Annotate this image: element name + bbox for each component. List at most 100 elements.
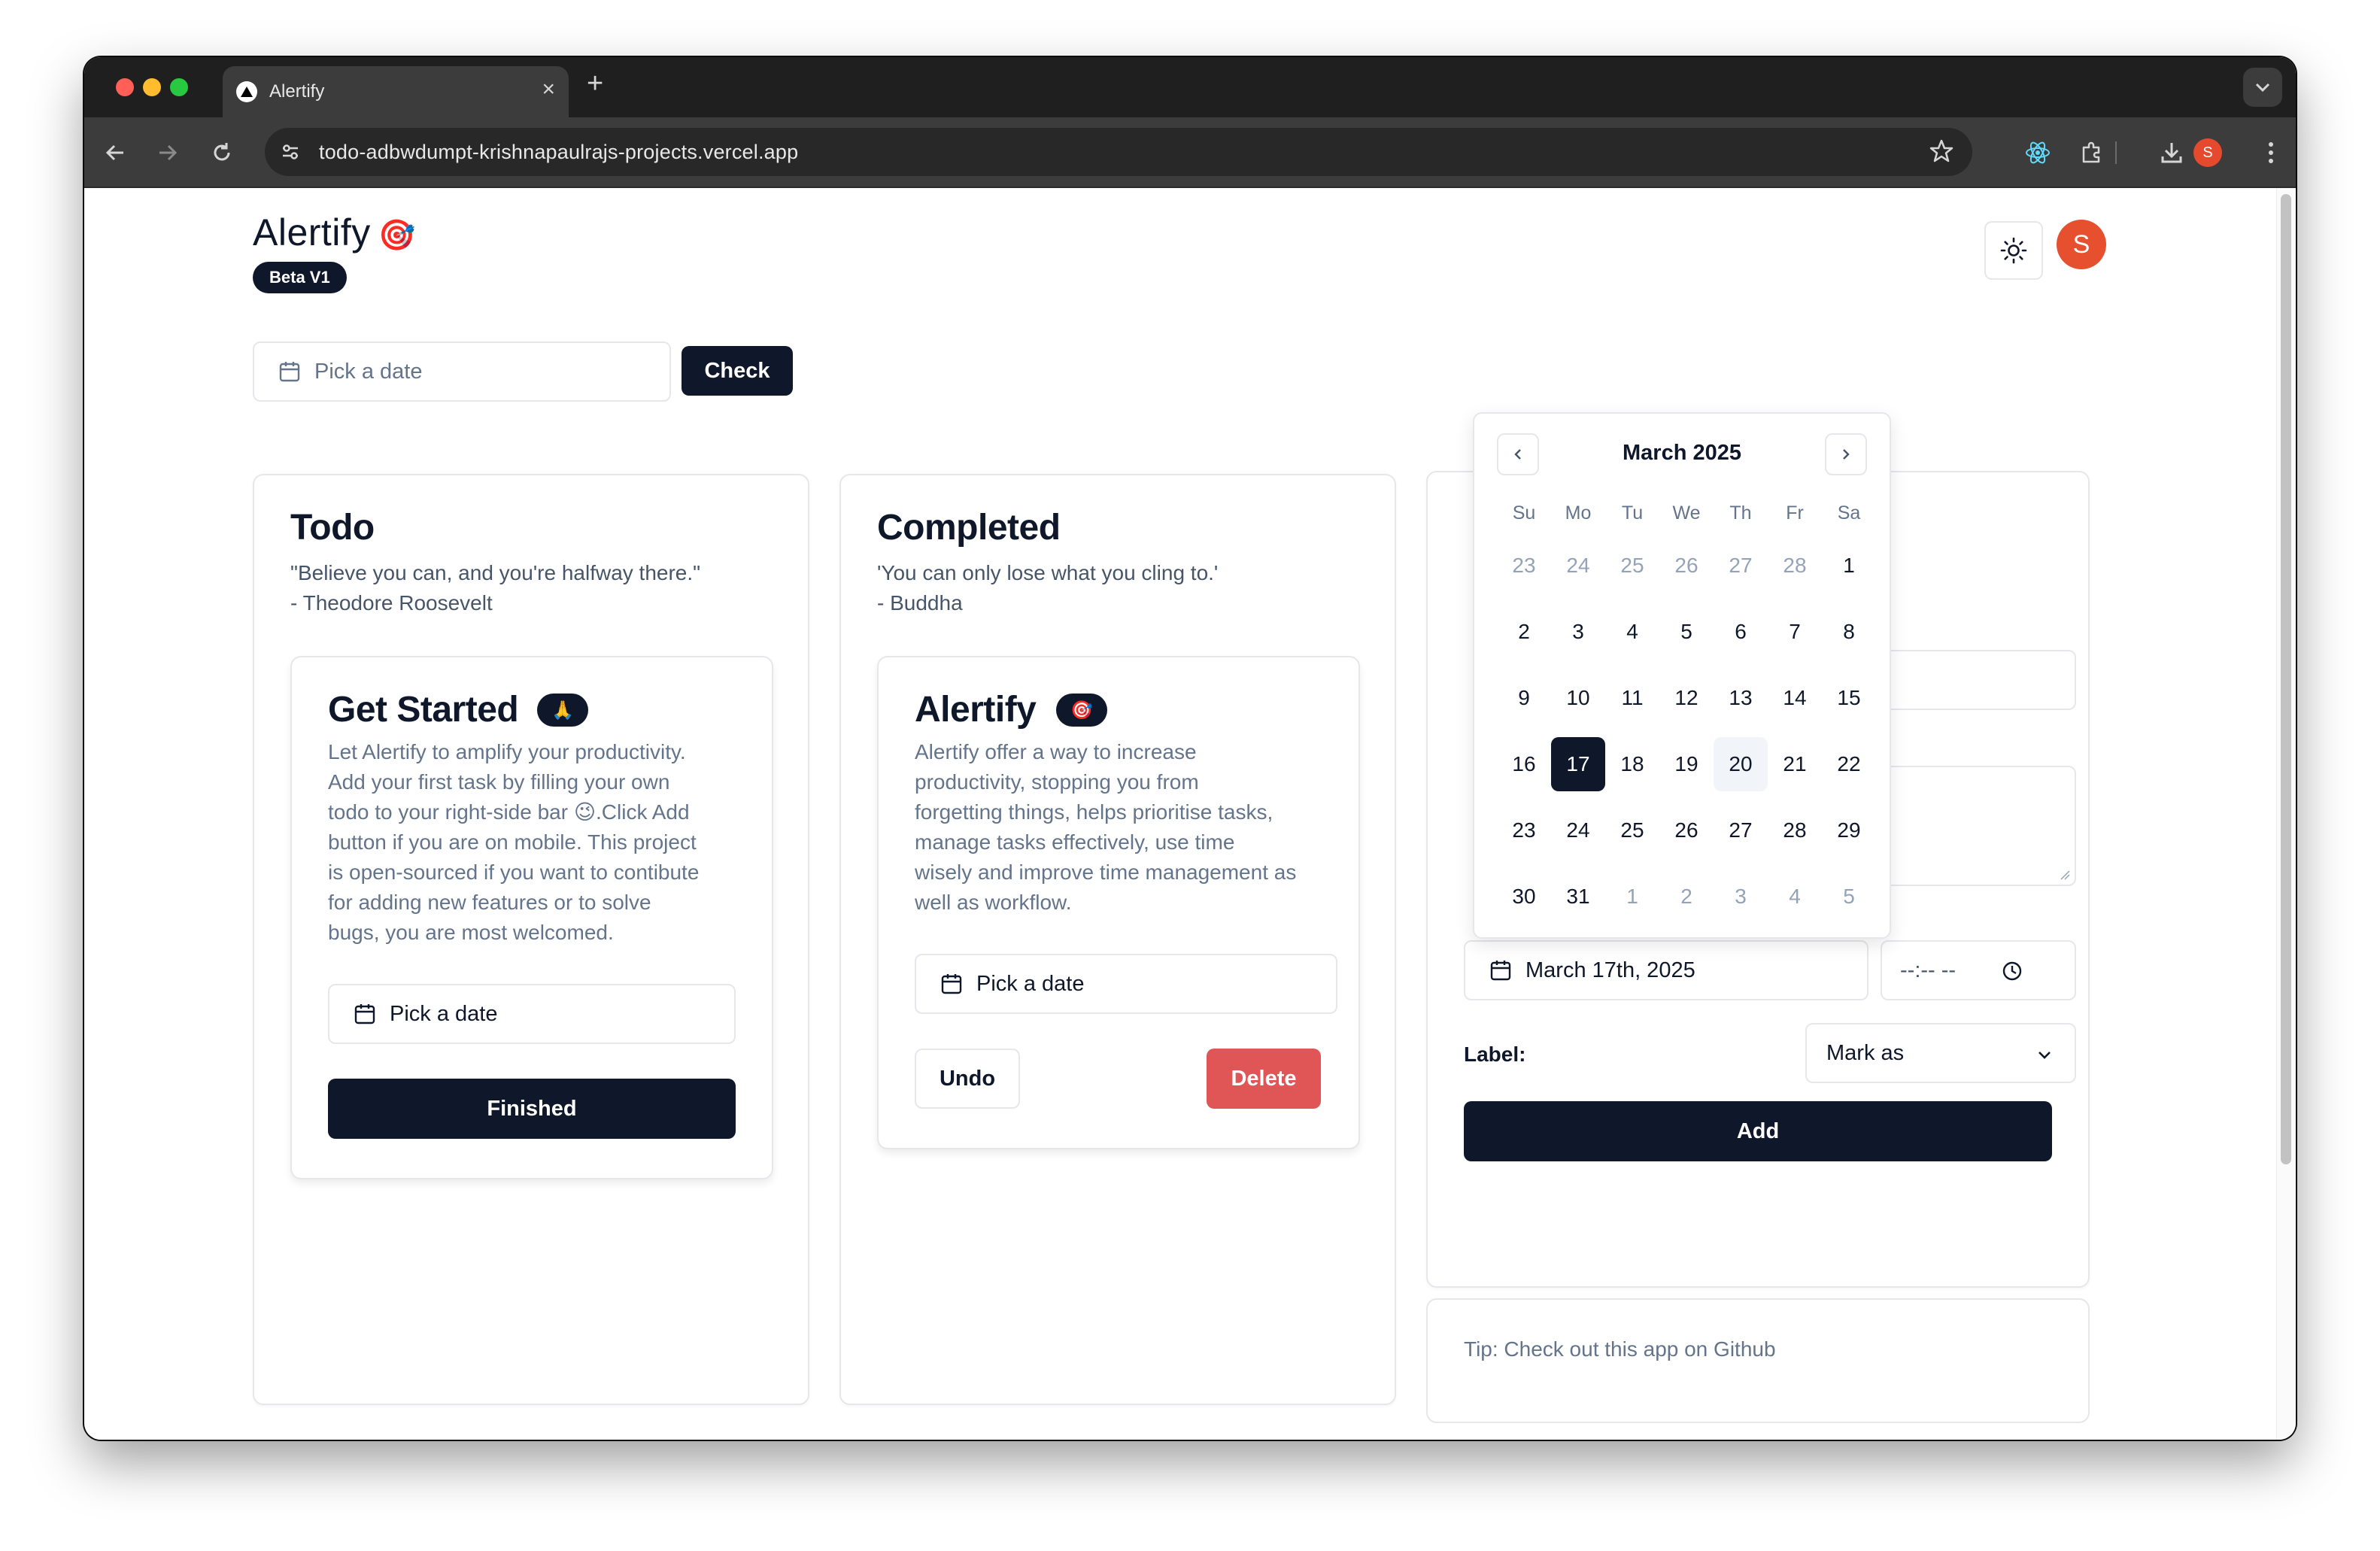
check-button[interactable]: Check [682,346,793,396]
calendar-day[interactable]: 5 [1659,605,1714,659]
label-select[interactable]: Mark as [1805,1023,2076,1083]
user-avatar[interactable]: S [2057,220,2106,269]
calendar-day[interactable]: 8 [1822,605,1876,659]
calendar-day[interactable]: 16 [1497,737,1551,791]
reload-button[interactable] [203,134,241,171]
calendar-day[interactable]: 10 [1551,671,1605,725]
forward-button[interactable] [149,134,187,171]
calendar-day[interactable]: 18 [1605,737,1659,791]
calendar-day[interactable]: 25 [1605,803,1659,857]
bookmark-star-icon[interactable] [1929,138,1954,168]
calendar-day[interactable]: 6 [1714,605,1768,659]
calendar-day[interactable]: 4 [1605,605,1659,659]
browser-profile-avatar[interactable]: S [2193,138,2222,167]
task-card-get-started: Get Started 🙏 Let Alertify to amplify yo… [290,656,773,1179]
react-devtools-icon[interactable] [2019,134,2057,171]
completed-column: Completed 'You can only lose what you cl… [839,474,1396,1405]
close-tab-icon[interactable]: × [542,77,555,102]
task-emoji-badge: 🎯 [1056,694,1107,727]
task-date-picker[interactable]: Pick a date [915,954,1337,1014]
calendar-day[interactable]: 2 [1497,605,1551,659]
extensions-puzzle-icon[interactable] [2073,134,2111,171]
back-button[interactable] [96,134,134,171]
calendar-day[interactable]: 21 [1768,737,1822,791]
calendar-day[interactable]: 1 [1605,870,1659,924]
task-date-picker[interactable]: Pick a date [328,984,736,1044]
add-button[interactable]: Add [1464,1101,2052,1161]
calendar-day[interactable]: 23 [1497,803,1551,857]
theme-toggle-button[interactable] [1984,221,2043,280]
browser-tab[interactable]: Alertify × [223,66,569,117]
undo-button[interactable]: Undo [915,1049,1020,1109]
address-bar[interactable]: todo-adbwdumpt-krishnapaulrajs-projects.… [265,128,1972,176]
calendar-day[interactable]: 19 [1659,737,1714,791]
calendar-day[interactable]: 23 [1497,539,1551,593]
calendar-day[interactable]: 28 [1768,803,1822,857]
calendar-day[interactable]: 26 [1659,539,1714,593]
calendar-day[interactable]: 31 [1551,870,1605,924]
tab-search-button[interactable] [2243,68,2282,107]
calendar-day[interactable]: 22 [1822,737,1876,791]
calendar-day[interactable]: 3 [1714,870,1768,924]
next-month-button[interactable] [1825,433,1867,475]
time-placeholder: --:-- -- [1900,958,1957,982]
url-text: todo-adbwdumpt-krishnapaulrajs-projects.… [319,141,799,163]
calendar-day-selected[interactable]: 17 [1551,737,1605,791]
task-description-line: productivity, stopping you from [915,770,1199,794]
calendar-day[interactable]: 9 [1497,671,1551,725]
calendar-icon [1490,961,1511,981]
calendar-day[interactable]: 20 [1714,737,1768,791]
page-scrollbar-thumb[interactable] [2281,194,2291,1164]
calendar-day[interactable]: 27 [1714,539,1768,593]
app-title: Alertify 🎯 [253,211,416,254]
calendar-day[interactable]: 4 [1768,870,1822,924]
completed-title: Completed [877,508,1061,548]
site-settings-icon[interactable] [275,137,305,167]
calendar-weekday: Fr [1786,502,1804,524]
task-description-line: Alertify offer a way to increase [915,740,1197,763]
todo-quote: "Believe you can, and you're halfway the… [290,558,700,618]
target-emoji-icon: 🎯 [1070,700,1093,721]
calendar-day[interactable]: 7 [1768,605,1822,659]
task-description-line: bugs, you are most welcomed. [328,921,614,944]
filter-date-picker[interactable]: Pick a date [253,341,671,402]
page-scrollbar[interactable] [2276,188,2296,1440]
task-date-field[interactable]: March 17th, 2025 [1464,940,1868,1000]
calendar-day[interactable]: 12 [1659,671,1714,725]
calendar-weekday: We [1672,502,1701,524]
calendar-day[interactable]: 29 [1822,803,1876,857]
calendar-day[interactable]: 5 [1822,870,1876,924]
downloads-icon[interactable] [2153,134,2190,171]
task-description-line: todo to your right-side bar 😉.Click Add [328,800,690,824]
calendar-day[interactable]: 2 [1659,870,1714,924]
calendar-day[interactable]: 11 [1605,671,1659,725]
calendar-day[interactable]: 1 [1822,539,1876,593]
calendar-day[interactable]: 30 [1497,870,1551,924]
calendar-day[interactable]: 28 [1768,539,1822,593]
task-description: Alertify offer a way to increase product… [915,737,1336,918]
close-window-button[interactable] [116,78,134,96]
task-emoji-badge: 🙏 [537,694,588,727]
todo-title: Todo [290,508,375,548]
task-title: Get Started [328,690,519,730]
delete-button[interactable]: Delete [1207,1049,1321,1109]
calendar-day[interactable]: 24 [1551,539,1605,593]
calendar-day[interactable]: 27 [1714,803,1768,857]
calendar-weekday: Sa [1837,502,1861,524]
vercel-icon [236,81,257,102]
calendar-day[interactable]: 26 [1659,803,1714,857]
calendar-day[interactable]: 13 [1714,671,1768,725]
calendar-day[interactable]: 25 [1605,539,1659,593]
maximize-window-button[interactable] [170,78,188,96]
calendar-day[interactable]: 24 [1551,803,1605,857]
calendar-day[interactable]: 15 [1822,671,1876,725]
calendar-day[interactable]: 14 [1768,671,1822,725]
new-tab-button[interactable]: + [587,68,603,100]
browser-menu-icon[interactable] [2252,134,2290,171]
minimize-window-button[interactable] [143,78,161,96]
finished-button[interactable]: Finished [328,1079,736,1139]
todo-quote-text: "Believe you can, and you're halfway the… [290,561,701,584]
calendar-day[interactable]: 3 [1551,605,1605,659]
task-description-line: wisely and improve time management as [915,860,1297,884]
task-time-input[interactable]: --:-- -- [1881,940,2076,1000]
